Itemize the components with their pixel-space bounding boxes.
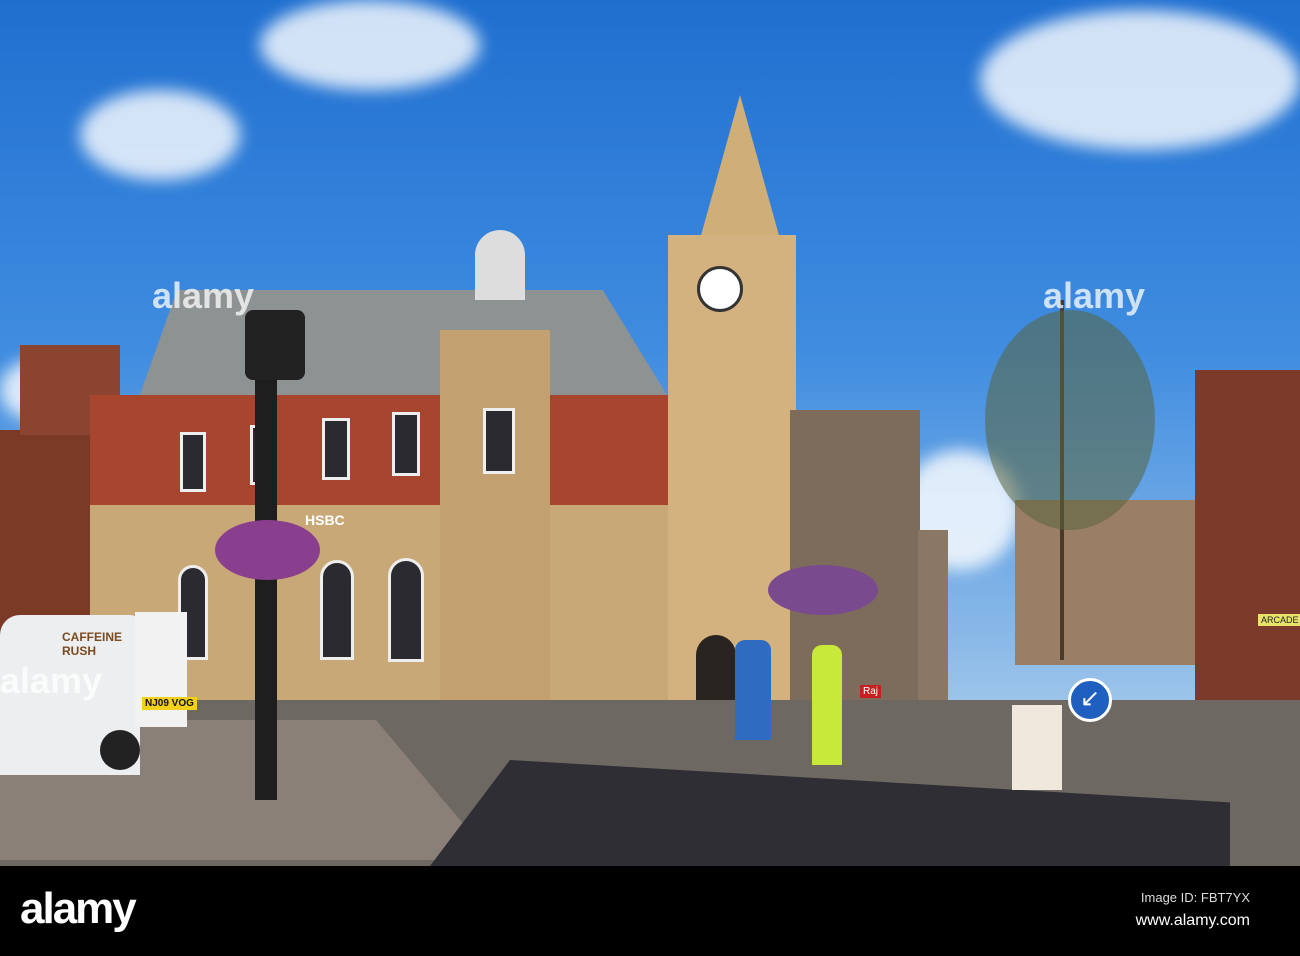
hanging-flower-basket [768, 565, 878, 615]
image-id: Image ID: FBT7YX [1140, 890, 1250, 905]
license-plate: NJ09 VOG [142, 697, 197, 710]
watermark-footer: alamy Image ID: FBT7YX www.alamy.com [0, 866, 1300, 956]
raj-sign: Raj [860, 685, 882, 698]
hanging-flower-basket [215, 520, 320, 580]
photo-scene: HSBC ARCADE CAFFEINE RUSH NJ09 VOG Raj ↙… [0, 0, 1300, 866]
arcade-sign: ARCADE [1258, 614, 1300, 626]
right-building [918, 530, 948, 700]
sandwich-board [1012, 705, 1062, 790]
window [392, 412, 420, 476]
hsbc-brick-facade [90, 395, 670, 510]
pedestrian [812, 645, 842, 765]
arrow-sign-icon: ↙ [1068, 678, 1112, 722]
watermark-logo: alamy [1043, 275, 1146, 316]
van-logo-text: CAFFEINE RUSH [62, 630, 122, 658]
distant-building [1015, 500, 1200, 665]
cupola [475, 230, 525, 300]
arched-window [388, 558, 424, 662]
cloud [980, 10, 1300, 150]
tree [985, 310, 1155, 530]
alamy-url[interactable]: www.alamy.com [1136, 912, 1250, 930]
alamy-logo: alamy [20, 884, 137, 933]
cloud [260, 0, 480, 90]
clock-face-icon [697, 266, 743, 312]
tower-door [696, 635, 736, 700]
right-brick-building [1195, 370, 1300, 700]
hsbc-sign: HSBC [305, 512, 345, 528]
hsbc-corner-tower [440, 330, 550, 705]
van-wheel [100, 730, 140, 770]
watermark-logo: alamy [152, 275, 255, 316]
arched-window [320, 560, 354, 660]
lamp-head [245, 310, 305, 380]
cyclist [735, 640, 771, 740]
window [322, 418, 350, 480]
window [483, 408, 515, 474]
right-building [790, 410, 920, 705]
watermark-logo: alamy [0, 660, 103, 701]
window [180, 432, 206, 492]
cloud [80, 90, 240, 180]
